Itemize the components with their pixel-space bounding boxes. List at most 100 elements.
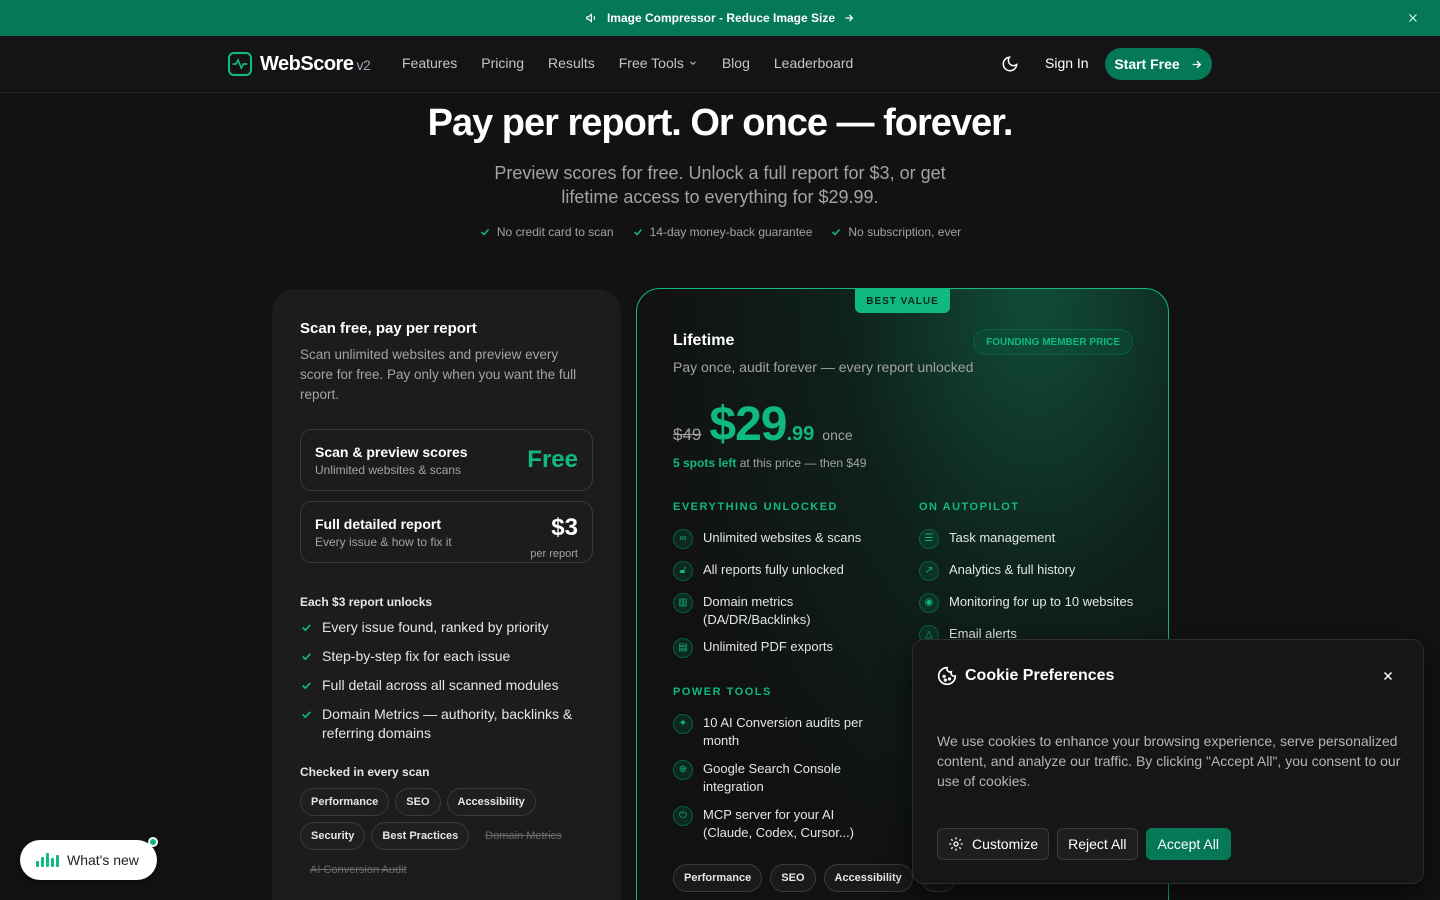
nav-features[interactable]: Features: [402, 55, 457, 71]
checked-heading: Checked in every scan: [300, 765, 430, 779]
check-icon: [302, 711, 311, 719]
guarantee-item: 14-day money-back guarantee: [632, 225, 812, 239]
sign-in-link[interactable]: Sign In: [1045, 55, 1089, 71]
guarantee-item: No subscription, ever: [830, 225, 961, 239]
card-description: Scan unlimited websites and preview ever…: [300, 347, 577, 402]
list-item: Domain Metrics — authority, backlinks & …: [300, 705, 590, 743]
chip-seo: SEO: [395, 788, 441, 816]
trend-icon: ↗: [919, 561, 939, 581]
chip-seo: SEO: [770, 864, 816, 892]
feature-item: ✦ 10 AI Conversion audits per month: [673, 714, 873, 750]
price-once: once: [822, 427, 853, 443]
feature-item: ☰ Task management: [919, 529, 1149, 549]
check-icon: [480, 228, 489, 236]
list-item: Full detail across all scanned modules: [300, 676, 590, 695]
pay-per-report-card: Scan free, pay per report Scan unlimited…: [272, 289, 621, 900]
list-item: Step-by-step fix for each issue: [300, 647, 590, 666]
card-description: Pay once, audit forever — every report u…: [673, 359, 974, 375]
card-title: Scan free, pay per report: [300, 320, 477, 337]
bar-chart-icon: [36, 853, 59, 867]
arrow-right-icon: [1192, 60, 1201, 68]
chip-best-practices: Best Practices: [371, 822, 470, 850]
nav-free-tools[interactable]: Free Tools: [619, 55, 698, 71]
unlocks-list: Every issue found, ranked by priority St…: [300, 618, 590, 753]
guarantees: No credit card to scan 14-day money-back…: [0, 225, 1440, 239]
check-icon: [302, 653, 311, 661]
dialog-actions: Customize Reject All Accept All: [937, 828, 1231, 860]
module-chips: Performance SEO Accessibility Security B…: [300, 788, 600, 884]
price-main: $29: [709, 398, 787, 451]
plug-icon: ⏻: [673, 806, 693, 826]
reject-all-button[interactable]: Reject All: [1057, 828, 1138, 860]
chip-performance: Performance: [300, 788, 390, 816]
old-price: $49: [673, 425, 702, 444]
chip-accessibility: Accessibility: [446, 788, 536, 816]
file-icon: ▤: [673, 638, 693, 658]
unlocks-heading: Each $3 report unlocks: [300, 595, 433, 609]
option-full-report: Full detailed report Every issue & how t…: [300, 501, 593, 563]
cookie-preferences-dialog: Cookie Preferences We use cookies to enh…: [912, 639, 1424, 884]
nav-links: Features Pricing Results Free Tools Blog…: [402, 55, 853, 71]
start-free-button[interactable]: Start Free: [1105, 48, 1212, 80]
infinity-icon: ∞: [673, 529, 693, 549]
nav-pricing[interactable]: Pricing: [481, 55, 524, 71]
page-subtitle: Preview scores for free. Unlock a full r…: [494, 163, 946, 207]
tasks-icon: ☰: [919, 529, 939, 549]
feature-item: ▤ Unlimited PDF exports: [673, 638, 873, 658]
feature-item: ▥ Domain metrics (DA/DR/Backlinks): [673, 593, 873, 629]
check-icon: [302, 624, 311, 632]
nav-results[interactable]: Results: [548, 55, 595, 71]
feature-item: 🔓︎ All reports fully unlocked: [673, 561, 873, 581]
radio-icon: ◉: [919, 593, 939, 613]
close-icon[interactable]: [1381, 669, 1395, 683]
whats-new-button[interactable]: What's new: [20, 837, 158, 880]
pulse-icon: [228, 52, 252, 76]
chip-domain-metrics: Domain Metrics: [485, 830, 562, 842]
dialog-title: Cookie Preferences: [937, 666, 1114, 686]
accept-all-button[interactable]: Accept All: [1145, 828, 1231, 860]
banner-text: Image Compressor - Reduce Image Size: [606, 11, 836, 25]
brand-name: WebScore v2: [260, 52, 371, 75]
price-free: Free: [527, 446, 578, 473]
gear-icon: [949, 837, 963, 851]
announcement-banner[interactable]: Image Compressor - Reduce Image Size: [0, 0, 1440, 36]
price-report: $3: [551, 514, 578, 541]
option-free-scan: Scan & preview scores Unlimited websites…: [300, 429, 593, 491]
moon-icon[interactable]: [1001, 55, 1019, 73]
brand-version: v2: [356, 56, 371, 73]
close-banner-icon[interactable]: [1406, 11, 1420, 25]
globe-icon: ⊕: [673, 760, 693, 780]
customize-button[interactable]: Customize: [937, 828, 1050, 860]
feature-item: ◉ Monitoring for up to 10 websites: [919, 593, 1149, 613]
best-value-badge: BEST VALUE: [855, 289, 950, 313]
bar-chart-icon: ▥: [673, 593, 693, 613]
col-head-autopilot: ON AUTOPILOT: [919, 501, 1020, 513]
feature-item: ∞ Unlimited websites & scans: [673, 529, 873, 549]
lifetime-price: $49 $29 .99 once: [673, 397, 853, 452]
nav-blog[interactable]: Blog: [722, 55, 750, 71]
logo[interactable]: WebScore v2: [228, 52, 371, 76]
check-icon: [832, 228, 841, 236]
dialog-text: We use cookies to enhance your browsing …: [937, 733, 1401, 789]
megaphone-icon: [586, 13, 596, 23]
top-navbar: WebScore v2 Features Pricing Results Free…: [0, 36, 1440, 93]
chip-ai-conversion: AI Conversion Audit: [310, 864, 407, 876]
arrow-right-icon: [845, 14, 854, 22]
chevron-down-icon: [689, 61, 696, 65]
sparkle-icon: ✦: [673, 714, 693, 734]
feature-item: ↗ Analytics & full history: [919, 561, 1149, 581]
price-cents: .99: [786, 423, 815, 445]
chip-security: Security: [300, 822, 366, 850]
lock-icon: 🔓︎: [673, 561, 693, 581]
card-title: Lifetime: [673, 332, 735, 349]
feature-item: ⏻ MCP server for your AI (Claude, Codex, …: [673, 806, 873, 842]
spots-left: 5 spots left at this price — then $49: [673, 456, 867, 470]
page-title: Pay per report. Or once — forever.: [427, 102, 1014, 144]
notification-dot: [148, 837, 158, 847]
chip-accessibility: Accessibility: [823, 864, 913, 892]
chip-performance: Performance: [673, 864, 763, 892]
check-icon: [633, 228, 642, 236]
guarantee-item: No credit card to scan: [479, 225, 614, 239]
nav-leaderboard[interactable]: Leaderboard: [774, 55, 853, 71]
feature-item: ⊕ Google Search Console integration: [673, 760, 873, 796]
